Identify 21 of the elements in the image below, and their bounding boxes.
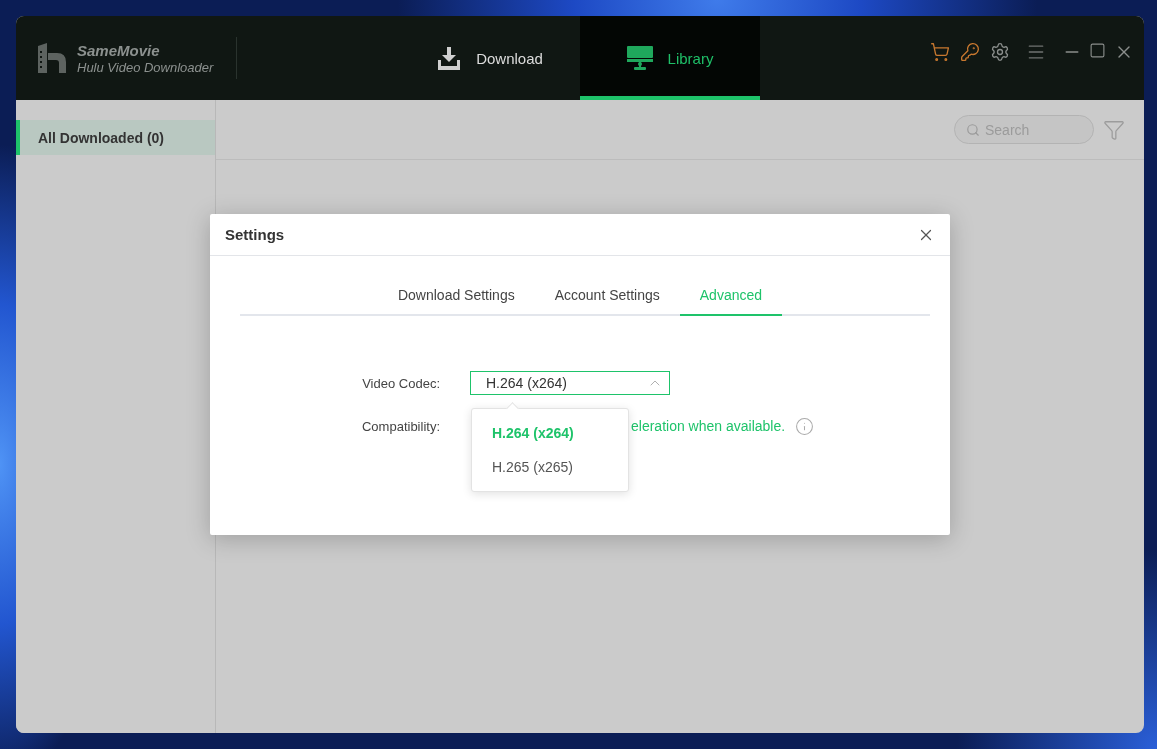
brand-name: SameMovie <box>77 41 161 59</box>
key-icon[interactable] <box>960 42 980 62</box>
codec-select[interactable]: H.264 (x264) <box>470 371 670 395</box>
maximize-icon[interactable] <box>1089 42 1106 59</box>
search-icon <box>966 123 980 137</box>
settings-tab[interactable]: Account Settings <box>534 276 680 316</box>
nav-tab[interactable]: Library <box>580 16 760 100</box>
field-label: Video Codec: <box>361 375 440 391</box>
dialog-title: Settings <box>225 226 285 243</box>
download-icon <box>437 46 462 70</box>
field-label: Compatibility: <box>360 418 440 434</box>
dropdown-option[interactable]: H.265 (x265) <box>472 450 628 484</box>
settings-tab[interactable]: Download Settings <box>377 276 535 316</box>
nav-tab[interactable]: Download <box>400 16 580 100</box>
cart-icon[interactable] <box>930 42 950 62</box>
product-name: Hulu Video Downloader <box>77 59 214 75</box>
settings-icon[interactable] <box>990 42 1010 62</box>
acceleration-note: eleration when available. <box>631 418 786 434</box>
monitor-icon <box>626 46 653 70</box>
film-logo-icon <box>38 43 66 73</box>
sidebar-item[interactable]: All Downloaded (0) <box>16 120 215 155</box>
